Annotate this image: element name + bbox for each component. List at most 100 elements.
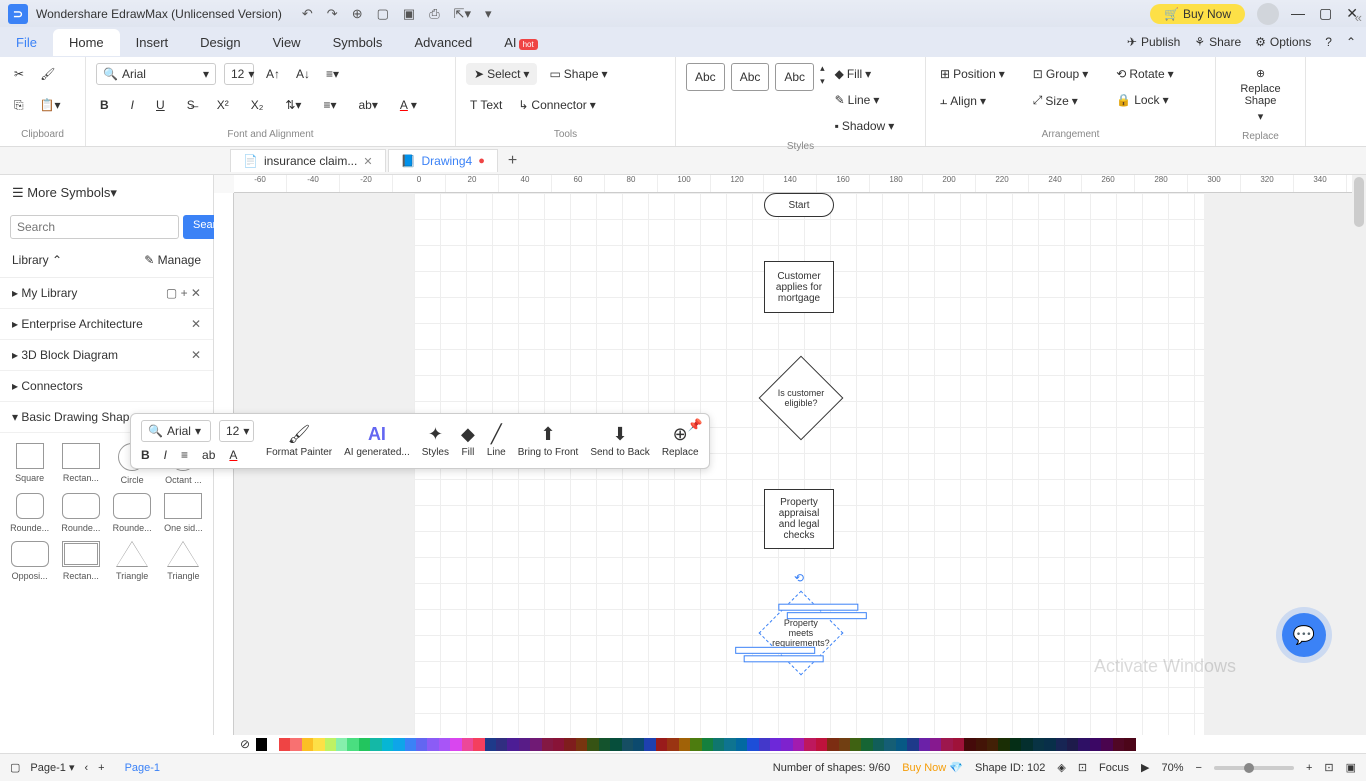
- focus-label[interactable]: Focus: [1099, 762, 1129, 774]
- color-swatch[interactable]: [861, 738, 872, 751]
- color-swatch[interactable]: [1067, 738, 1078, 751]
- sel-handle[interactable]: [735, 647, 815, 654]
- list-icon[interactable]: ≡▾: [319, 94, 340, 116]
- color-swatch[interactable]: [553, 738, 564, 751]
- color-swatch[interactable]: [964, 738, 975, 751]
- color-swatch[interactable]: [496, 738, 507, 751]
- page-tab[interactable]: Page-1: [115, 762, 170, 774]
- color-swatch[interactable]: [827, 738, 838, 751]
- shape-triangle1[interactable]: Triangle: [109, 541, 156, 581]
- subscript-icon[interactable]: X₂: [247, 94, 268, 116]
- color-swatch[interactable]: [302, 738, 313, 751]
- format-painter-icon[interactable]: 🖌: [36, 63, 59, 85]
- color-swatch[interactable]: [1021, 738, 1032, 751]
- zoom-slider[interactable]: [1214, 766, 1294, 770]
- color-swatch[interactable]: [816, 738, 827, 751]
- preset-down-icon[interactable]: ▾: [820, 76, 825, 87]
- float-format-painter[interactable]: 🖌Format Painter: [266, 424, 332, 458]
- bold-icon[interactable]: B: [96, 94, 113, 116]
- color-swatch[interactable]: [313, 738, 324, 751]
- menu-home[interactable]: Home: [53, 29, 120, 56]
- style-preset-1[interactable]: Abc: [686, 63, 725, 91]
- align-button[interactable]: ⫠ Align▾: [936, 89, 1009, 112]
- color-swatch[interactable]: [839, 738, 850, 751]
- group-button[interactable]: ⊡ Group▾: [1029, 63, 1092, 85]
- zoom-in-icon[interactable]: +: [1306, 762, 1312, 774]
- tab-add-icon[interactable]: +: [500, 148, 525, 174]
- float-size[interactable]: 12▾: [219, 420, 254, 442]
- color-swatch[interactable]: [1124, 738, 1135, 751]
- status-buy-now[interactable]: Buy Now 💎: [902, 761, 963, 774]
- shape-rounded3[interactable]: Rounde...: [109, 493, 156, 533]
- color-swatch[interactable]: [450, 738, 461, 751]
- play-icon[interactable]: ▶: [1141, 761, 1149, 774]
- buy-now-button[interactable]: 🛒 Buy Now: [1150, 4, 1245, 24]
- node-appraisal[interactable]: Property appraisal and legal checks: [764, 489, 834, 549]
- float-send-back[interactable]: ⬇Send to Back: [590, 424, 649, 458]
- sel-handle[interactable]: [778, 604, 858, 611]
- sel-handle[interactable]: [787, 612, 867, 619]
- color-swatch[interactable]: [1010, 738, 1021, 751]
- section-my-library[interactable]: ▸ My Library▢ + ✕: [0, 278, 213, 309]
- color-swatch[interactable]: [542, 738, 553, 751]
- more-symbols-button[interactable]: ☰ More Symbols▾: [12, 185, 117, 201]
- copy-icon[interactable]: ⎘: [10, 94, 28, 117]
- chat-bubble-icon[interactable]: 💬: [1282, 613, 1326, 657]
- tab-insurance[interactable]: 📄 insurance claim... ✕: [230, 149, 386, 172]
- collapse-ribbon-icon[interactable]: ⌃: [1346, 35, 1356, 49]
- section-enterprise[interactable]: ▸ Enterprise Architecture✕: [0, 309, 213, 340]
- shadow-button[interactable]: ▪ Shadow▾: [831, 115, 899, 137]
- float-bold-icon[interactable]: B: [141, 448, 150, 462]
- color-swatch[interactable]: [713, 738, 724, 751]
- color-swatch[interactable]: [587, 738, 598, 751]
- float-fill[interactable]: ◆Fill: [461, 424, 475, 458]
- color-swatch[interactable]: [702, 738, 713, 751]
- node-start[interactable]: Start: [764, 193, 834, 217]
- export-icon[interactable]: ⇱▾: [454, 6, 471, 22]
- cut-icon[interactable]: ✂: [10, 63, 28, 85]
- float-color-icon[interactable]: A: [229, 448, 237, 462]
- zoom-out-icon[interactable]: −: [1196, 762, 1202, 774]
- tab-close-icon[interactable]: ✕: [363, 155, 372, 168]
- text-tool[interactable]: T Text: [466, 94, 506, 116]
- color-swatch[interactable]: [1056, 738, 1067, 751]
- color-swatch[interactable]: [690, 738, 701, 751]
- collapse-panel-icon[interactable]: «: [1355, 10, 1362, 25]
- menu-advanced[interactable]: Advanced: [398, 29, 488, 56]
- save-icon[interactable]: ▣: [403, 6, 415, 22]
- color-swatch[interactable]: [873, 738, 884, 751]
- font-family-dropdown[interactable]: 🔍 Arial ▾: [96, 63, 216, 85]
- color-swatch[interactable]: [941, 738, 952, 751]
- preset-up-icon[interactable]: ▴: [820, 63, 825, 74]
- color-swatch[interactable]: [336, 738, 347, 751]
- focus-icon[interactable]: ⊡: [1078, 761, 1087, 774]
- menu-ai[interactable]: AIhot: [488, 29, 553, 56]
- color-swatch[interactable]: [1113, 738, 1124, 751]
- color-swatch[interactable]: [599, 738, 610, 751]
- shape-opposite[interactable]: Opposi...: [6, 541, 53, 581]
- float-ai[interactable]: AIAI generated...: [344, 424, 410, 458]
- fullscreen-icon[interactable]: ▣: [1346, 761, 1356, 774]
- shape-rectangle2[interactable]: Rectan...: [57, 541, 104, 581]
- decrease-font-icon[interactable]: A↓: [292, 63, 314, 85]
- underline-icon[interactable]: U: [152, 94, 169, 116]
- color-swatch[interactable]: [884, 738, 895, 751]
- share-button[interactable]: ⚘ Share: [1194, 35, 1241, 49]
- minimize-icon[interactable]: —: [1291, 5, 1305, 22]
- color-swatch[interactable]: [907, 738, 918, 751]
- tab-drawing4[interactable]: 📘 Drawing4 ●: [388, 149, 498, 172]
- color-swatch[interactable]: [610, 738, 621, 751]
- vertical-scrollbar[interactable]: [1352, 175, 1366, 475]
- float-pin-icon[interactable]: 📌: [688, 418, 703, 432]
- shape-rounded1[interactable]: Rounde...: [6, 493, 53, 533]
- color-swatch[interactable]: [370, 738, 381, 751]
- more-icon[interactable]: ▾: [485, 6, 492, 22]
- color-swatch[interactable]: [564, 738, 575, 751]
- menu-design[interactable]: Design: [184, 29, 256, 56]
- publish-button[interactable]: ✈ Publish: [1127, 35, 1180, 49]
- color-swatch[interactable]: [770, 738, 781, 751]
- color-swatch[interactable]: [667, 738, 678, 751]
- color-swatch[interactable]: [485, 738, 496, 751]
- float-italic-icon[interactable]: I: [164, 448, 167, 462]
- color-swatch[interactable]: [1090, 738, 1101, 751]
